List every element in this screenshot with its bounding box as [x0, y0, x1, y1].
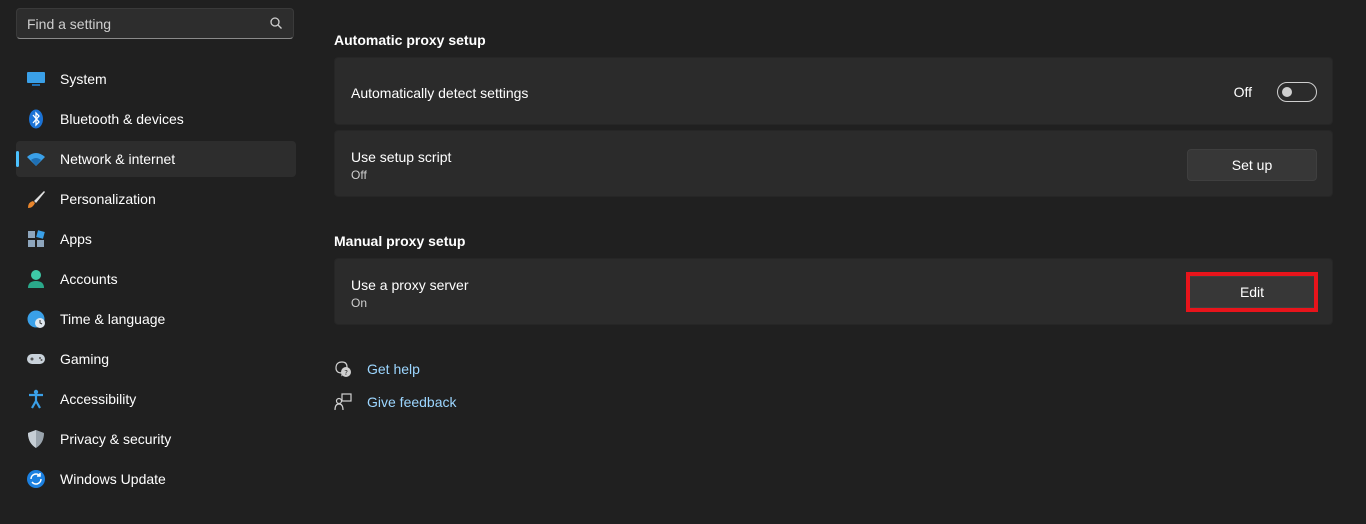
give-feedback-label[interactable]: Give feedback [367, 394, 457, 410]
sidebar-item-label: Accessibility [60, 391, 137, 407]
accessibility-icon [26, 389, 46, 409]
sidebar-item-privacy[interactable]: Privacy & security [16, 421, 296, 457]
sidebar-item-label: Bluetooth & devices [60, 111, 184, 127]
shield-icon [26, 429, 46, 449]
sidebar-item-gaming[interactable]: Gaming [16, 341, 296, 377]
search-box[interactable] [16, 8, 294, 39]
sidebar-item-accounts[interactable]: Accounts [16, 261, 296, 297]
update-icon [26, 469, 46, 489]
system-icon [26, 69, 46, 89]
auto-detect-toggle[interactable] [1277, 82, 1317, 102]
sidebar-item-accessibility[interactable]: Accessibility [16, 381, 296, 417]
sidebar-item-label: Time & language [60, 311, 166, 327]
setup-button[interactable]: Set up [1187, 149, 1317, 181]
get-help-label[interactable]: Get help [367, 361, 420, 377]
sidebar-item-label: Privacy & security [60, 431, 172, 447]
give-feedback-link[interactable]: Give feedback [334, 392, 457, 412]
apps-icon [26, 229, 46, 249]
sidebar-item-label: Gaming [60, 351, 110, 367]
brush-icon [26, 189, 46, 209]
setup-script-status: Off [351, 168, 367, 182]
toggle-knob [1282, 87, 1292, 97]
sidebar-item-label: Network & internet [60, 151, 176, 167]
sidebar-item-windows-update[interactable]: Windows Update [16, 461, 296, 497]
auto-detect-label: Automatically detect settings [351, 85, 529, 101]
automatic-proxy-heading: Automatic proxy setup [334, 32, 486, 48]
sidebar-nav: System Bluetooth & devices Network & int… [16, 61, 296, 501]
sidebar-item-bluetooth[interactable]: Bluetooth & devices [16, 101, 296, 137]
feedback-icon [334, 393, 352, 411]
manual-proxy-heading: Manual proxy setup [334, 233, 466, 249]
sidebar-item-personalization[interactable]: Personalization [16, 181, 296, 217]
auto-detect-state: Off [1233, 84, 1252, 100]
setup-script-label: Use setup script [351, 149, 452, 165]
highlight-box [1186, 272, 1318, 312]
get-help-link[interactable]: ? Get help [334, 359, 420, 379]
sidebar-item-label: System [60, 71, 107, 87]
sidebar-item-network[interactable]: Network & internet [16, 141, 296, 177]
sidebar: System Bluetooth & devices Network & int… [0, 0, 310, 524]
accounts-icon [26, 269, 46, 289]
bluetooth-icon [26, 109, 46, 129]
search-icon[interactable] [269, 16, 283, 30]
proxy-server-card: Use a proxy server On Edit [334, 258, 1333, 325]
setup-script-card: Use setup script Off Set up [334, 130, 1333, 197]
sidebar-item-label: Personalization [60, 191, 156, 207]
auto-detect-card: Automatically detect settings Off [334, 57, 1333, 125]
sidebar-item-label: Apps [60, 231, 92, 247]
svg-text:?: ? [344, 369, 348, 377]
network-icon [26, 149, 46, 169]
help-icon: ? [335, 361, 351, 377]
sidebar-item-system[interactable]: System [16, 61, 296, 97]
sidebar-item-time-language[interactable]: Time & language [16, 301, 296, 337]
proxy-server-status: On [351, 296, 368, 310]
sidebar-item-label: Windows Update [60, 471, 166, 487]
search-input[interactable] [17, 9, 277, 38]
sidebar-item-label: Accounts [60, 271, 118, 287]
time-language-icon [26, 309, 46, 329]
proxy-server-label: Use a proxy server [351, 277, 469, 293]
gamepad-icon [26, 349, 46, 369]
sidebar-item-apps[interactable]: Apps [16, 221, 296, 257]
